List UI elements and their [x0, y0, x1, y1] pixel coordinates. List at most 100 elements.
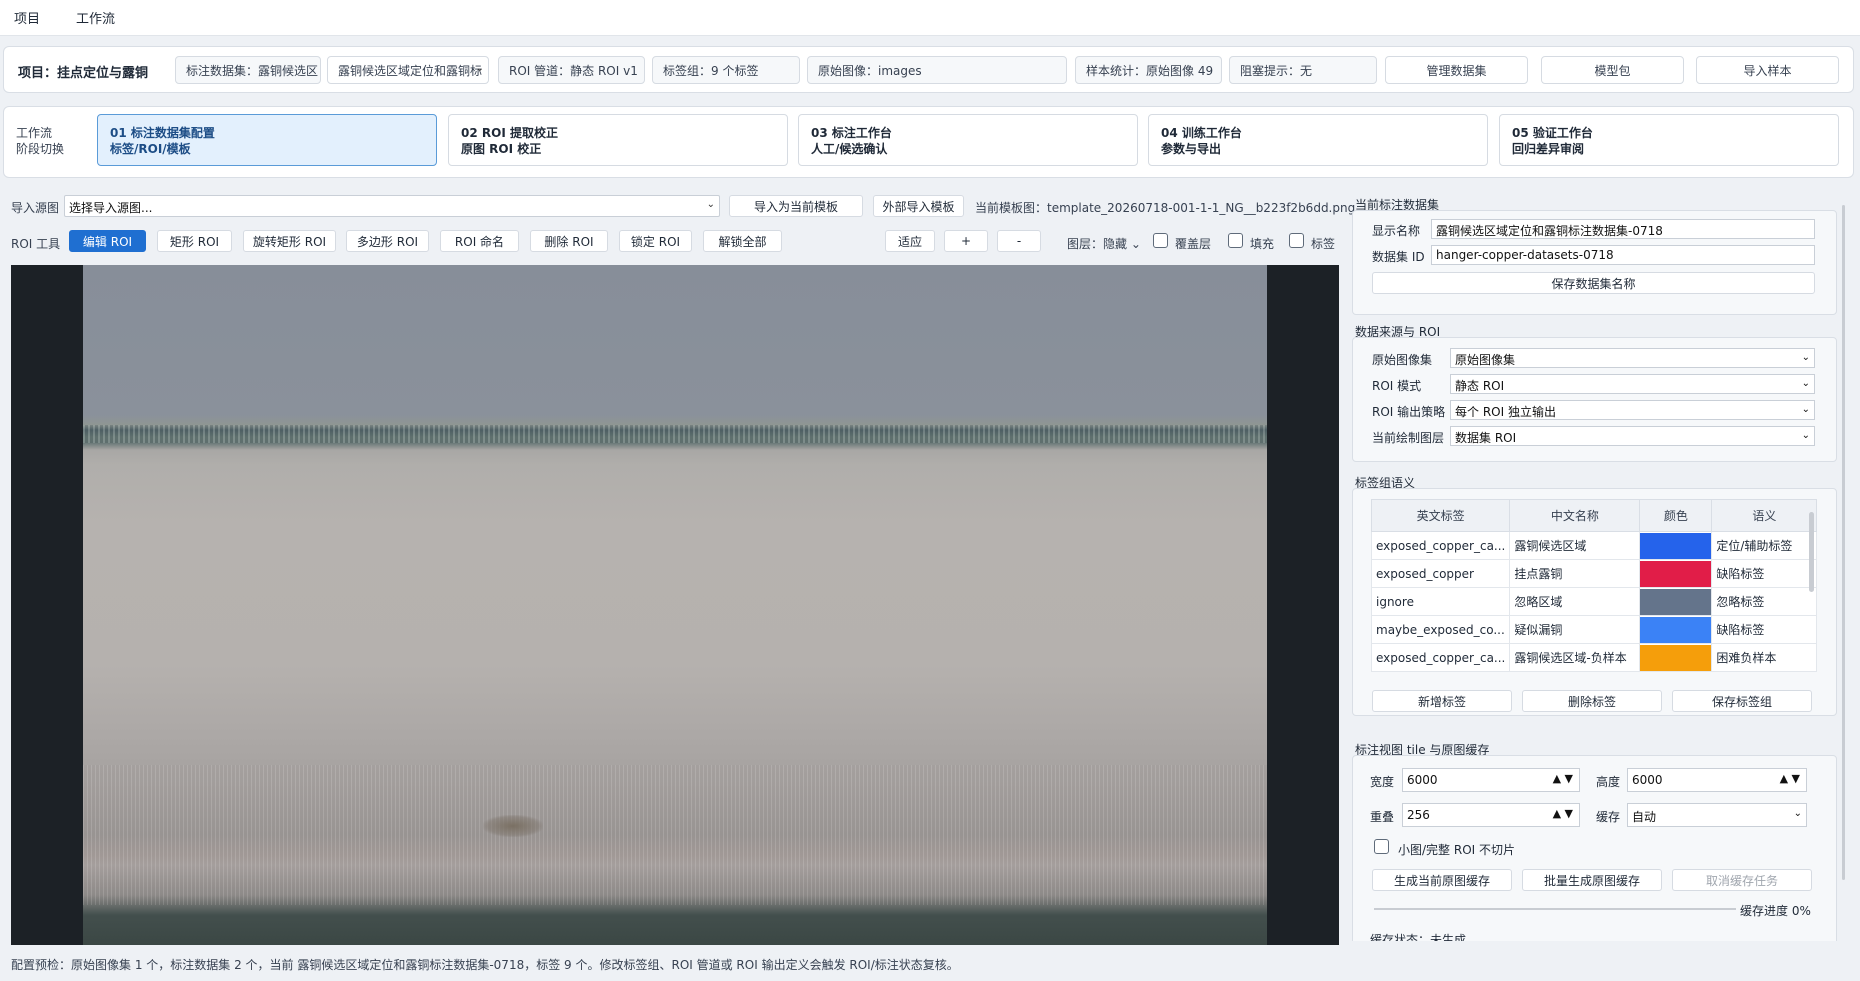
- column-header[interactable]: 中文名称: [1509, 499, 1641, 532]
- gen-batch-cache-button[interactable]: 批量生成原图缓存: [1522, 869, 1662, 891]
- status-bar: 配置预检：原始图像集 1 个，标注数据集 2 个，当前 露铜候选区域定位和露铜标…: [0, 947, 1860, 981]
- workflow-step-4[interactable]: 04 训练工作台 参数与导出: [1148, 114, 1488, 166]
- tile-height-input[interactable]: 6000 ▲ ▼: [1627, 768, 1807, 792]
- rect-roi-button[interactable]: 矩形 ROI: [157, 230, 232, 252]
- menu-workflow[interactable]: 工作流: [76, 8, 115, 27]
- table-row[interactable]: maybe_exposed_co... 疑似漏铜 缺陷标签: [1370, 615, 1818, 644]
- draw-layer-select[interactable]: 数据集 ROI ⌄: [1450, 426, 1815, 446]
- save-label-group-button[interactable]: 保存标签组: [1672, 690, 1812, 712]
- add-label-button[interactable]: 新增标签: [1372, 690, 1512, 712]
- import-samples-button[interactable]: 导入样本: [1696, 56, 1839, 84]
- save-dataset-name-button[interactable]: 保存数据集名称: [1372, 272, 1815, 294]
- color-swatch[interactable]: [1640, 644, 1711, 671]
- workflow-step-2[interactable]: 02 ROI 提取校正 原图 ROI 校正: [448, 114, 788, 166]
- zoom-out-button[interactable]: -: [997, 230, 1041, 252]
- cell-zh: 忽略区域: [1509, 587, 1641, 616]
- cell-en: maybe_exposed_co...: [1370, 615, 1511, 644]
- fit-button[interactable]: 适应: [885, 230, 935, 252]
- label-checkbox[interactable]: [1289, 233, 1304, 248]
- import-source-select[interactable]: 选择导入源图... ⌄: [64, 195, 720, 217]
- column-header[interactable]: 英文标签: [1370, 499, 1511, 532]
- table-scrollbar[interactable]: [1809, 512, 1814, 592]
- workflow-step-5[interactable]: 05 验证工作台 回归差异审阅: [1499, 114, 1839, 166]
- overlay-checkbox[interactable]: [1153, 233, 1168, 248]
- dataset-id-label: 数据集 ID: [1372, 250, 1425, 264]
- delete-label-button[interactable]: 删除标签: [1522, 690, 1662, 712]
- draw-layer-value: 数据集 ROI: [1455, 431, 1517, 445]
- table-row[interactable]: exposed_copper 挂点露铜 缺陷标签: [1370, 559, 1818, 588]
- cell-zh: 挂点露铜: [1509, 559, 1641, 588]
- blocker-pill: 阻塞提示：无: [1229, 56, 1377, 84]
- chevron-down-icon: ⌄: [1801, 352, 1810, 363]
- spin-arrows-icon[interactable]: ▲ ▼: [1553, 807, 1573, 820]
- unlock-all-button[interactable]: 解锁全部: [703, 230, 782, 252]
- fill-checkbox-label: 填充: [1250, 237, 1275, 251]
- edit-roi-button[interactable]: 编辑 ROI: [69, 230, 146, 252]
- roi-output-strategy-select[interactable]: 每个 ROI 独立输出 ⌄: [1450, 400, 1815, 420]
- right-panel-scrollbar[interactable]: [1842, 205, 1845, 880]
- cell-semantic: 缺陷标签: [1711, 559, 1818, 588]
- image-defect-spot: [483, 815, 543, 837]
- workflow-step-3[interactable]: 03 标注工作台 人工/候选确认: [798, 114, 1138, 166]
- image-canvas[interactable]: [11, 265, 1339, 945]
- column-header[interactable]: 语义: [1711, 499, 1818, 532]
- cell-semantic: 困难负样本: [1711, 643, 1818, 672]
- gen-current-cache-button[interactable]: 生成当前原图缓存: [1372, 869, 1512, 891]
- spin-arrows-icon[interactable]: ▲ ▼: [1553, 772, 1573, 785]
- cancel-cache-button[interactable]: 取消缓存任务: [1672, 869, 1812, 891]
- chevron-down-icon: ⌄: [1793, 808, 1802, 819]
- color-swatch[interactable]: [1640, 588, 1711, 615]
- table-row[interactable]: exposed_copper_ca... 露铜候选区域 定位/辅助标签: [1370, 531, 1818, 560]
- display-name-label: 显示名称: [1372, 224, 1421, 238]
- tile-overlap-value: 256: [1407, 808, 1430, 822]
- table-row[interactable]: exposed_copper_ca... 露铜候选区域-负样本 困难负样本: [1370, 643, 1818, 672]
- color-swatch[interactable]: [1640, 532, 1711, 559]
- chevron-down-icon: ⌄: [475, 63, 484, 74]
- delete-roi-button[interactable]: 删除 ROI: [530, 230, 608, 252]
- layer-select[interactable]: 图层：隐藏 ⌄: [1067, 235, 1141, 252]
- roi-name-button[interactable]: ROI 命名: [440, 230, 519, 252]
- tile-overlap-input[interactable]: 256 ▲ ▼: [1402, 803, 1580, 827]
- manage-datasets-button[interactable]: 管理数据集: [1385, 56, 1528, 84]
- step-title: 04 训练工作台: [1161, 126, 1242, 140]
- tile-width-label: 宽度: [1370, 775, 1395, 789]
- color-swatch[interactable]: [1640, 560, 1711, 587]
- roi-mode-select[interactable]: 静态 ROI ⌄: [1450, 374, 1815, 394]
- tile-height-value: 6000: [1632, 773, 1663, 787]
- chevron-down-icon: ⌄: [1801, 430, 1810, 441]
- workflow-step-1[interactable]: 01 标注数据集配置 标签/ROI/模板: [97, 114, 437, 166]
- import-source-value: 选择导入源图...: [69, 201, 153, 215]
- model-package-button[interactable]: 模型包: [1541, 56, 1684, 84]
- dataset-id-input[interactable]: hanger-copper-datasets-0718: [1431, 245, 1815, 265]
- menu-project[interactable]: 项目: [14, 8, 40, 27]
- cell-zh: 露铜候选区域: [1509, 531, 1641, 560]
- tile-width-value: 6000: [1407, 773, 1438, 787]
- chevron-down-icon: ⌄: [1801, 404, 1810, 415]
- raw-image-set-select[interactable]: 原始图像集 ⌄: [1450, 348, 1815, 368]
- zoom-in-button[interactable]: +: [944, 230, 988, 252]
- workflow-bar: 工作流 阶段切换 01 标注数据集配置 标签/ROI/模板 02 ROI 提取校…: [3, 106, 1854, 178]
- fill-checkbox[interactable]: [1228, 233, 1243, 248]
- lock-roi-button[interactable]: 锁定 ROI: [619, 230, 692, 252]
- display-name-input[interactable]: 露铜候选区域定位和露铜标注数据集-0718: [1431, 219, 1815, 239]
- source-row-label: 当前绘制图层: [1372, 431, 1445, 445]
- import-as-template-button[interactable]: 导入为当前模板: [729, 195, 863, 217]
- spin-arrows-icon[interactable]: ▲ ▼: [1780, 772, 1800, 785]
- dataset-select[interactable]: 露铜候选区域定位和露铜标 ⌄: [327, 56, 489, 84]
- cache-progress-bar: [1374, 908, 1736, 910]
- label-checkbox-label: 标签: [1311, 237, 1336, 251]
- cell-zh: 疑似漏铜: [1509, 615, 1641, 644]
- layer-select-value: 图层：隐藏: [1067, 237, 1128, 251]
- external-import-template-button[interactable]: 外部导入模板: [873, 195, 964, 217]
- table-row[interactable]: ignore 忽略区域 忽略标签: [1370, 587, 1818, 616]
- roi-pipeline-pill: ROI 管道：静态 ROI v1: [498, 56, 645, 84]
- cache-select[interactable]: 自动 ⌄: [1627, 803, 1807, 827]
- rotated-rect-roi-button[interactable]: 旋转矩形 ROI: [243, 230, 336, 252]
- cell-en: ignore: [1370, 587, 1511, 616]
- polygon-roi-button[interactable]: 多边形 ROI: [346, 230, 429, 252]
- no-tiling-checkbox[interactable]: [1374, 839, 1389, 854]
- overlay-checkbox-label: 覆盖层: [1175, 237, 1212, 251]
- tile-width-input[interactable]: 6000 ▲ ▼: [1402, 768, 1580, 792]
- column-header[interactable]: 颜色: [1639, 499, 1713, 532]
- color-swatch[interactable]: [1640, 616, 1711, 643]
